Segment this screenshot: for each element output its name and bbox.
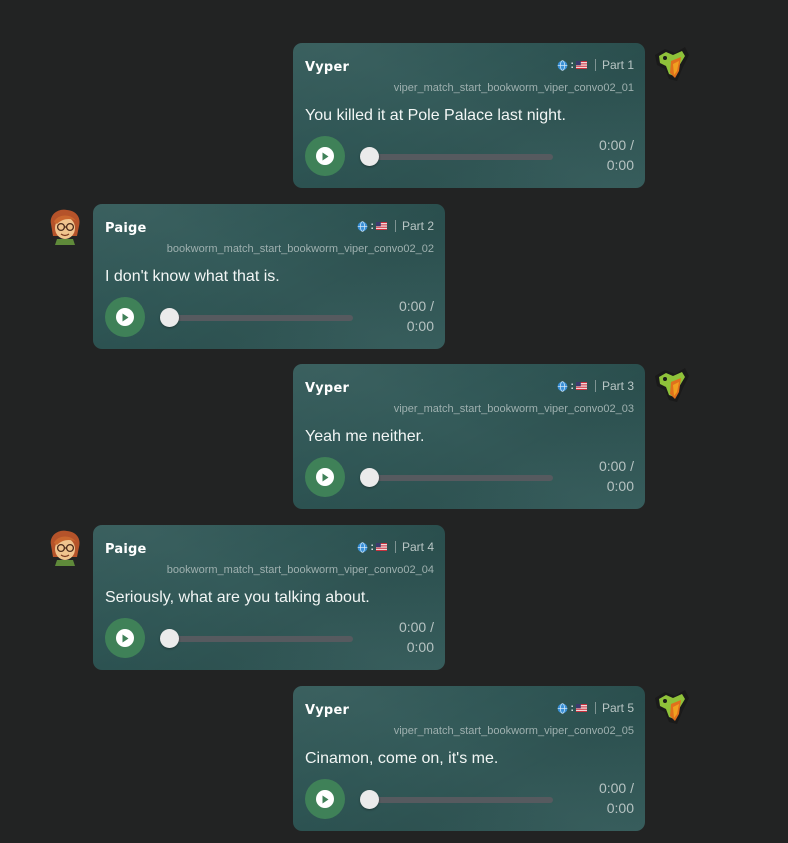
- audio-filename: viper_match_start_bookworm_viper_convo02…: [393, 82, 634, 94]
- vyper-avatar-icon: [655, 47, 689, 81]
- part-label: Part 3: [601, 379, 634, 393]
- part-label: Part 4: [401, 540, 434, 554]
- time-total: 0:00: [406, 639, 434, 655]
- time-total: 0:00: [606, 478, 634, 494]
- play-button[interactable]: [305, 136, 345, 176]
- audio-time: 0:00 / 0:00: [574, 135, 634, 175]
- dialogue-text: I don't know what that is.: [105, 268, 280, 285]
- language-separator: :: [570, 380, 574, 392]
- audio-progress-knob[interactable]: [360, 468, 379, 487]
- speaker-name: Vyper: [305, 703, 350, 718]
- meta-divider: [394, 541, 396, 553]
- message-bubble: Paige : Part 2 bookworm_match_start_book…: [93, 204, 445, 349]
- message-bubble: Vyper : Part 1 viper_match_start_bookwor…: [293, 43, 645, 188]
- audio-progress-track[interactable]: [364, 475, 553, 481]
- audio-time: 0:00 / 0:00: [574, 778, 634, 818]
- play-button[interactable]: [305, 779, 345, 819]
- time-current: 0:00 /: [398, 619, 434, 635]
- message-meta: : Part 3: [557, 379, 634, 393]
- audio-filename: bookworm_match_start_bookworm_viper_conv…: [166, 564, 434, 576]
- paige-avatar-icon: [50, 530, 80, 566]
- message-meta: : Part 2: [357, 219, 434, 233]
- meta-divider: [594, 380, 596, 392]
- message-row: Vyper : Part 5 viper_match_start_bookwor…: [0, 686, 788, 831]
- part-label: Part 2: [401, 219, 434, 233]
- play-icon: [116, 629, 134, 647]
- audio-time: 0:00 / 0:00: [374, 617, 434, 657]
- dialogue-text: Cinamon, come on, it's me.: [305, 750, 499, 767]
- part-label: Part 1: [601, 58, 634, 72]
- us-flag-icon: [375, 222, 387, 230]
- audio-progress-knob[interactable]: [360, 790, 379, 809]
- audio-time: 0:00 / 0:00: [574, 456, 634, 496]
- globe-icon: [357, 541, 368, 553]
- play-icon: [316, 468, 334, 486]
- audio-filename: bookworm_match_start_bookworm_viper_conv…: [166, 243, 434, 255]
- time-total: 0:00: [406, 318, 434, 334]
- message-row: Vyper : Part 1 viper_match_start_bookwor…: [0, 43, 788, 188]
- time-current: 0:00 /: [598, 458, 634, 474]
- speaker-name: Vyper: [305, 60, 350, 75]
- audio-progress-track[interactable]: [364, 154, 553, 160]
- time-total: 0:00: [606, 157, 634, 173]
- speaker-name: Paige: [105, 542, 147, 557]
- part-label: Part 5: [601, 701, 634, 715]
- dialogue-text: Yeah me neither.: [305, 428, 425, 445]
- play-icon: [316, 147, 334, 165]
- audio-progress-knob[interactable]: [360, 147, 379, 166]
- message-row: Paige : Part 4 bookworm_match_start_book…: [0, 525, 788, 670]
- speaker-name: Vyper: [305, 381, 350, 396]
- globe-icon: [557, 59, 568, 71]
- audio-progress-track[interactable]: [364, 797, 553, 803]
- message-row: Paige : Part 2 bookworm_match_start_book…: [0, 204, 788, 349]
- meta-divider: [594, 702, 596, 714]
- meta-divider: [394, 220, 396, 232]
- globe-icon: [557, 380, 568, 392]
- language-separator: :: [570, 702, 574, 714]
- dialogue-list: Vyper : Part 1 viper_match_start_bookwor…: [0, 0, 788, 843]
- vyper-avatar-icon: [655, 690, 689, 724]
- audio-filename: viper_match_start_bookworm_viper_convo02…: [393, 403, 634, 415]
- us-flag-icon: [575, 382, 587, 390]
- audio-progress-track[interactable]: [164, 636, 353, 642]
- us-flag-icon: [575, 61, 587, 69]
- audio-progress-knob[interactable]: [160, 308, 179, 327]
- time-total: 0:00: [606, 800, 634, 816]
- message-meta: : Part 1: [557, 58, 634, 72]
- globe-icon: [357, 220, 368, 232]
- time-current: 0:00 /: [598, 780, 634, 796]
- play-icon: [116, 308, 134, 326]
- meta-divider: [594, 59, 596, 71]
- audio-time: 0:00 / 0:00: [374, 296, 434, 336]
- audio-filename: viper_match_start_bookworm_viper_convo02…: [393, 725, 634, 737]
- us-flag-icon: [375, 543, 387, 551]
- language-separator: :: [370, 541, 374, 553]
- play-button[interactable]: [105, 618, 145, 658]
- time-current: 0:00 /: [398, 298, 434, 314]
- play-button[interactable]: [305, 457, 345, 497]
- globe-icon: [557, 702, 568, 714]
- dialogue-text: You killed it at Pole Palace last night.: [305, 107, 566, 124]
- play-button[interactable]: [105, 297, 145, 337]
- message-bubble: Vyper : Part 5 viper_match_start_bookwor…: [293, 686, 645, 831]
- vyper-avatar-icon: [655, 368, 689, 402]
- dialogue-text: Seriously, what are you talking about.: [105, 589, 370, 606]
- language-separator: :: [570, 59, 574, 71]
- message-meta: : Part 4: [357, 540, 434, 554]
- message-row: Vyper : Part 3 viper_match_start_bookwor…: [0, 364, 788, 509]
- play-icon: [316, 790, 334, 808]
- paige-avatar-icon: [50, 209, 80, 245]
- audio-progress-track[interactable]: [164, 315, 353, 321]
- time-current: 0:00 /: [598, 137, 634, 153]
- language-separator: :: [370, 220, 374, 232]
- us-flag-icon: [575, 704, 587, 712]
- message-bubble: Vyper : Part 3 viper_match_start_bookwor…: [293, 364, 645, 509]
- audio-progress-knob[interactable]: [160, 629, 179, 648]
- speaker-name: Paige: [105, 221, 147, 236]
- message-bubble: Paige : Part 4 bookworm_match_start_book…: [93, 525, 445, 670]
- message-meta: : Part 5: [557, 701, 634, 715]
